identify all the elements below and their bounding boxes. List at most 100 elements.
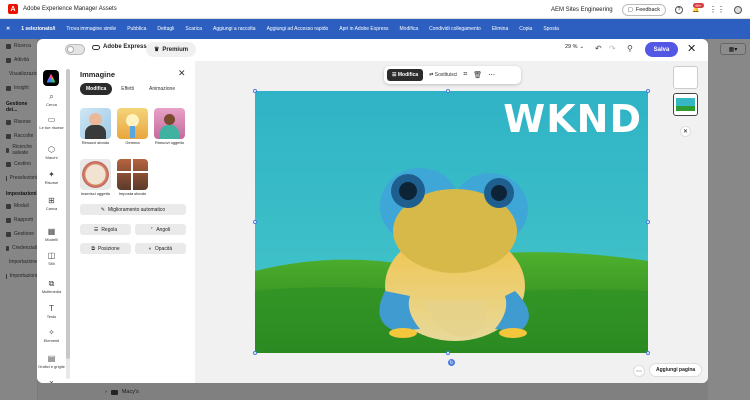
rail-text[interactable]: T Testo xyxy=(37,304,66,319)
feedback-button[interactable]: ▢ Feedback xyxy=(621,3,666,16)
resize-handle[interactable] xyxy=(446,351,450,355)
position-button[interactable]: ⧉ Posizione xyxy=(80,243,131,254)
replace-button[interactable]: ⇄ Sostituisci xyxy=(429,72,457,78)
rail-assets[interactable]: ✦ Risorse xyxy=(37,170,66,185)
action-add-collection[interactable]: Aggiungi a raccolta xyxy=(213,26,256,32)
premium-button[interactable]: ♛ Premium xyxy=(146,42,197,57)
org-switcher[interactable]: AEM Sites Engineering xyxy=(551,7,613,13)
rail-elements[interactable]: ✧ Elementi xyxy=(37,328,66,343)
undo-icon[interactable]: ↶ xyxy=(595,44,602,53)
resize-handle[interactable] xyxy=(646,351,650,355)
opacity-icon: ◐ xyxy=(148,245,152,252)
cloud-icon xyxy=(92,44,100,50)
resize-handle[interactable] xyxy=(646,220,650,224)
action-move[interactable]: Sposta xyxy=(543,26,559,32)
resize-handle[interactable] xyxy=(646,89,650,93)
rail-media[interactable]: ⧉ Multimedia xyxy=(37,279,66,294)
sliders-icon: ☰ xyxy=(93,226,99,233)
accessibility-icon[interactable]: ⚲ xyxy=(627,44,633,53)
action-delete[interactable]: Elimina xyxy=(492,26,508,32)
page-thumbnails xyxy=(673,66,703,120)
remove-bg-thumbnail xyxy=(80,108,111,139)
notifications-bell-icon[interactable]: 🔔 99+ xyxy=(692,2,704,14)
rail-templates[interactable]: ▦ Modelli xyxy=(37,227,66,242)
wknd-logo-text: WKND xyxy=(503,97,642,141)
action-download[interactable]: Scarica xyxy=(185,26,202,32)
edit-image-button[interactable]: ☰ Modifica xyxy=(387,69,424,81)
crop-icon[interactable]: ⌗ xyxy=(463,71,467,79)
rail-scrollbar[interactable] xyxy=(66,69,70,379)
action-publish[interactable]: Pubblica xyxy=(127,26,146,32)
remove-page-icon[interactable]: ✕ xyxy=(680,126,691,137)
sidebar-toggle[interactable] xyxy=(65,44,85,55)
redo-icon[interactable]: ↷ xyxy=(609,44,616,53)
action-edit[interactable]: Modifica xyxy=(400,26,419,32)
add-page-button[interactable]: Aggiungi pagina xyxy=(649,363,703,377)
tab-animation[interactable]: Animazione xyxy=(143,83,181,95)
action-quick-access[interactable]: Aggiungi ad Accesso rapido xyxy=(267,26,329,32)
rail-charts[interactable]: ▤ Grafici e griglie xyxy=(37,354,66,369)
resize-handle[interactable] xyxy=(446,89,450,93)
action-find-similar[interactable]: Trova immagine simile xyxy=(66,26,116,32)
rail-styles[interactable]: ◫ Stili xyxy=(37,251,66,266)
resize-handle[interactable] xyxy=(253,89,257,93)
express-brand: Adobe Express xyxy=(92,44,147,50)
rotate-handle-icon[interactable]: ↻ xyxy=(448,359,455,366)
tile-insert-object[interactable]: Inserisci oggetto xyxy=(80,159,111,197)
close-icon[interactable]: ✕ xyxy=(687,42,696,55)
corner-icon: ⌜ xyxy=(150,226,154,233)
help-icon[interactable]: ? xyxy=(675,5,683,14)
position-icon: ⧉ xyxy=(91,245,95,252)
more-pages-icon[interactable]: ⋯ xyxy=(633,365,645,377)
close-selection-icon[interactable]: ✕ xyxy=(6,26,10,32)
notification-badge: 99+ xyxy=(693,2,704,8)
tile-remove-object[interactable]: Rimuovi oggetto xyxy=(154,108,185,146)
tab-edit[interactable]: Modifica xyxy=(80,83,113,95)
chat-icon: ▢ xyxy=(627,6,633,13)
rail-your-stuff[interactable]: ▭ Le tue risorse xyxy=(37,115,66,130)
more-options-icon[interactable]: ⋯ xyxy=(488,71,495,79)
set-background-thumbnail xyxy=(117,159,148,190)
media-icon: ⧉ xyxy=(48,279,55,288)
insert-object-thumbnail xyxy=(80,159,111,190)
templates-icon: ▦ xyxy=(47,227,56,236)
action-open-express[interactable]: Apri in Adobe Express xyxy=(339,26,388,32)
tile-remove-background[interactable]: Rimuovi sfondo xyxy=(80,108,111,146)
avatar[interactable] xyxy=(734,5,742,14)
floating-toolbar: ☰ Modifica ⇄ Sostituisci ⌗ 🗑 ⋯ xyxy=(384,66,521,84)
tile-gemma[interactable]: Gemma xyxy=(117,108,148,146)
express-logo-icon[interactable] xyxy=(43,70,59,86)
panel-close-icon[interactable]: ✕ xyxy=(178,68,186,79)
canvas-image[interactable]: WKND xyxy=(255,91,648,353)
rail-search[interactable]: ⌕ Cerca xyxy=(37,92,66,107)
rail-more[interactable]: ⌄ xyxy=(37,376,66,383)
adobe-logo-icon[interactable]: A xyxy=(8,4,18,14)
tile-set-background[interactable]: Imposta sfondo xyxy=(117,159,148,197)
page-thumbnail-1[interactable] xyxy=(673,66,698,89)
elements-icon: ✧ xyxy=(48,328,55,337)
tab-effects[interactable]: Effetti xyxy=(115,83,140,95)
corners-button[interactable]: ⌜ Angoli xyxy=(135,224,186,235)
auto-enhance-button[interactable]: ✎ Miglioramento automatico xyxy=(80,204,186,215)
panel-title: Immagine xyxy=(80,70,116,79)
express-editor-modal: Adobe Express ♛ Premium 29 % ⌄ ↶ ↷ ⚲ Salva… xyxy=(37,39,708,383)
page-thumbnail-2[interactable] xyxy=(673,93,698,116)
resize-handle[interactable] xyxy=(253,351,257,355)
action-copy[interactable]: Copia xyxy=(519,26,532,32)
action-share-link[interactable]: Condividi collegamento xyxy=(429,26,481,32)
sparkle-icon: ✦ xyxy=(48,170,55,179)
rail-canva[interactable]: ⊞ Canva xyxy=(37,196,66,211)
zoom-control[interactable]: 29 % ⌄ xyxy=(565,44,584,50)
action-details[interactable]: Dettagli xyxy=(157,26,174,32)
save-button[interactable]: Salva xyxy=(645,42,678,57)
trash-icon[interactable]: 🗑 xyxy=(473,71,482,79)
adjust-button[interactable]: ☰ Regola xyxy=(80,224,131,235)
app-header: A Adobe Experience Manager Assets AEM Si… xyxy=(0,0,750,19)
resize-handle[interactable] xyxy=(253,220,257,224)
opacity-button[interactable]: ◐ Opacità xyxy=(135,243,186,254)
search-icon: ⌕ xyxy=(49,92,54,101)
styles-icon: ◫ xyxy=(47,251,56,260)
apps-grid-icon[interactable]: ⋮⋮ xyxy=(709,5,725,14)
chevron-down-icon: ⌄ xyxy=(48,376,55,383)
rail-brands[interactable]: ⬡ Marchi xyxy=(37,145,66,160)
